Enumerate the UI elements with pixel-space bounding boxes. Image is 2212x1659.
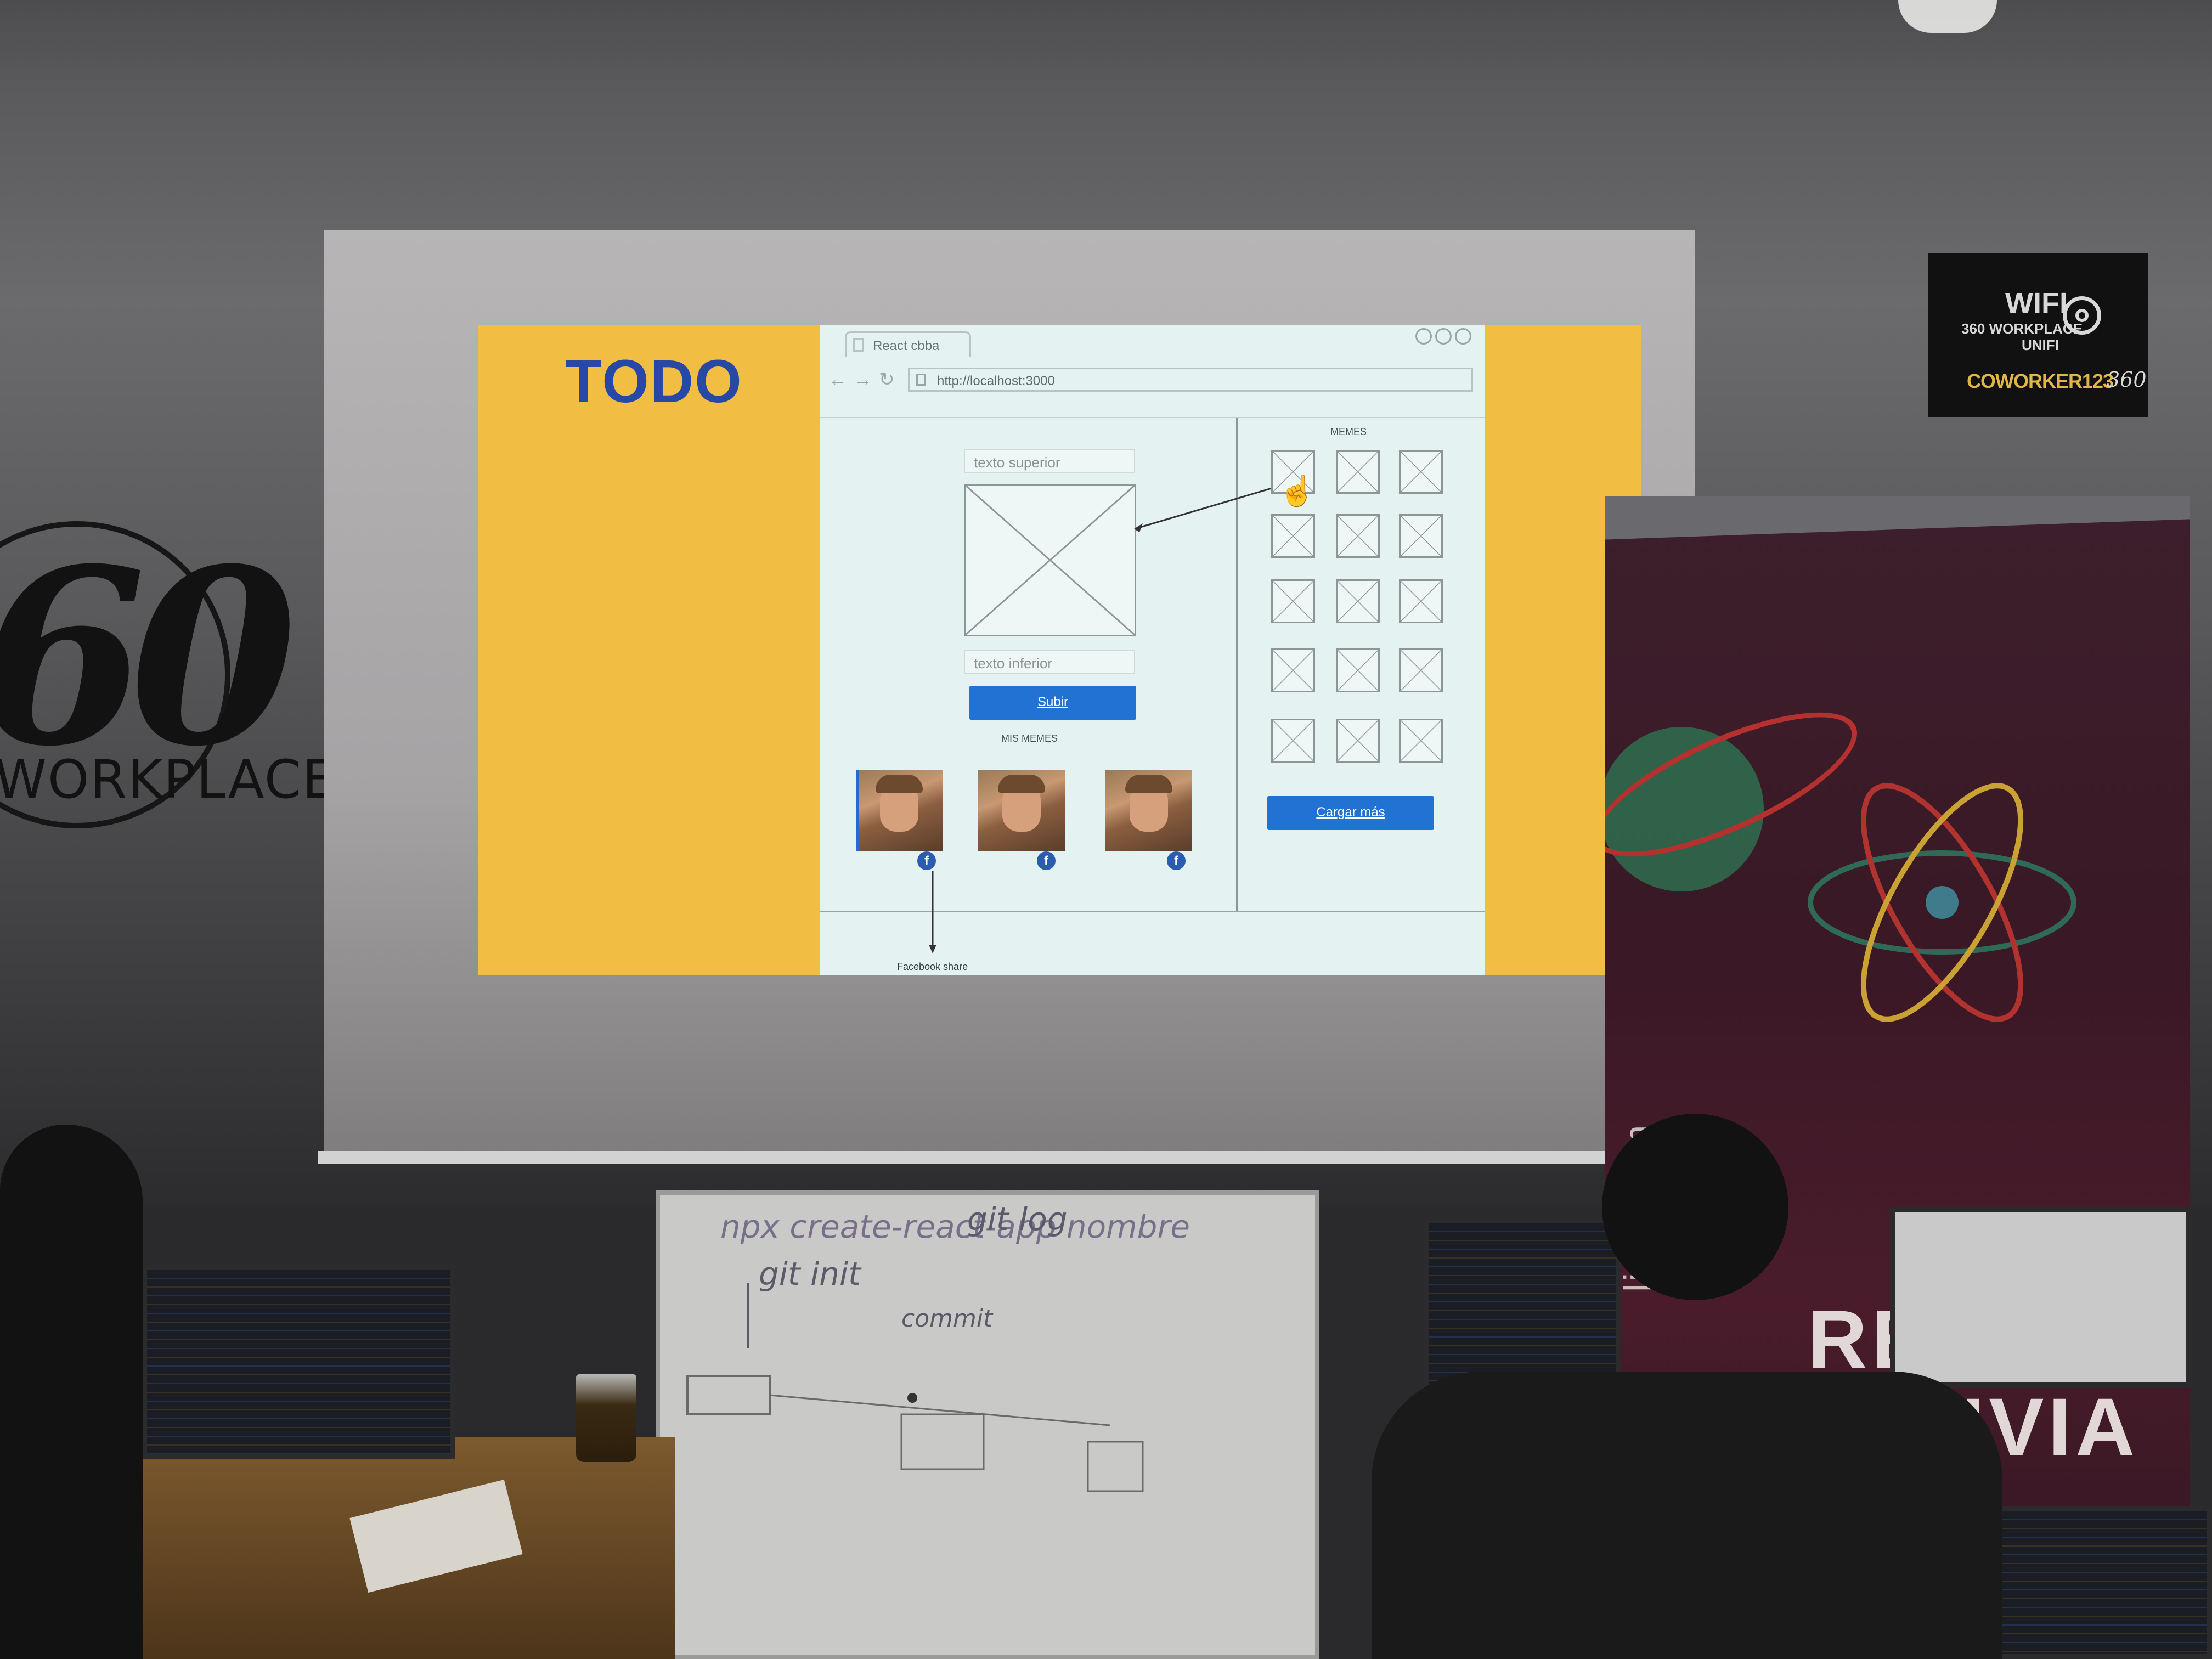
wall-logo-text: WORKPLACE xyxy=(0,749,337,810)
meme-placeholder[interactable] xyxy=(1399,648,1443,692)
url-text: http://localhost:3000 xyxy=(937,374,1055,388)
facebook-share-icon[interactable]: f xyxy=(1167,851,1186,870)
meme-placeholder[interactable] xyxy=(1336,579,1380,623)
share-note: Facebook share xyxy=(897,961,968,972)
reload-icon[interactable]: ↻ xyxy=(879,369,901,390)
cup xyxy=(576,1374,636,1462)
maximize-icon[interactable] xyxy=(1435,328,1452,345)
bottom-text-input[interactable]: texto inferior xyxy=(964,650,1135,674)
minimize-icon[interactable] xyxy=(1415,328,1432,345)
meme-canvas-placeholder xyxy=(964,484,1136,636)
facebook-share-icon[interactable]: f xyxy=(917,851,936,870)
react-atom-logo xyxy=(1808,783,2076,1022)
window-controls xyxy=(1415,328,1475,347)
upload-button-label: Subir xyxy=(1037,695,1069,709)
attendee-body xyxy=(1372,1372,2002,1659)
forward-arrow-icon[interactable]: → xyxy=(854,369,879,390)
wifi-brand: COWORKER123 xyxy=(1967,370,2114,392)
meme-placeholder[interactable] xyxy=(1336,719,1380,763)
meme-thumbnail[interactable] xyxy=(1105,770,1192,851)
meme-thumbnail[interactable] xyxy=(856,770,943,851)
meme-placeholder[interactable] xyxy=(1399,450,1443,494)
wifi-line2: UNIFI xyxy=(2022,337,2059,353)
facebook-share-icon[interactable]: f xyxy=(1037,851,1056,870)
meme-placeholder[interactable] xyxy=(1336,514,1380,558)
my-memes-heading: MIS MEMES xyxy=(1001,733,1058,744)
annotation-arrows xyxy=(929,483,1287,953)
wireframe-mockup: React cbba ←→↻ http://localhost:3000 tex… xyxy=(820,325,1485,975)
wifi-line1: 360 WORKPLACE xyxy=(1961,320,2083,337)
attendee-head xyxy=(1602,1114,1788,1300)
whiteboard: npx create-react-app nombre git log git … xyxy=(656,1190,1319,1659)
laptop-screen-left xyxy=(142,1265,455,1459)
meme-placeholder[interactable] xyxy=(1271,579,1315,623)
selection-strip xyxy=(856,770,859,851)
load-more-label: Cargar más xyxy=(1316,805,1385,820)
meme-placeholder[interactable] xyxy=(1271,514,1315,558)
upload-button[interactable]: Subir xyxy=(969,686,1136,720)
browser-tab-title: React cbba xyxy=(873,338,940,353)
code-editor-display xyxy=(147,1270,450,1454)
meme-placeholder[interactable] xyxy=(1336,450,1380,494)
meme-placeholder[interactable] xyxy=(1399,579,1443,623)
wifi-mark: 360 xyxy=(2107,368,2147,392)
back-arrow-icon[interactable]: ← xyxy=(828,369,854,390)
attendee-silhouette xyxy=(0,1125,143,1659)
meme-placeholder[interactable] xyxy=(1271,719,1315,763)
slide-title: TODO xyxy=(565,348,743,415)
divider xyxy=(820,911,1485,912)
page-icon xyxy=(916,374,926,386)
nav-buttons: ←→↻ xyxy=(828,369,901,391)
gallery-heading: MEMES xyxy=(1330,426,1367,437)
top-text-input[interactable]: texto superior xyxy=(964,449,1135,473)
hand-cursor-icon: ☝ xyxy=(1279,475,1316,507)
meme-placeholder[interactable] xyxy=(1399,719,1443,763)
meme-thumbnail[interactable] xyxy=(978,770,1065,851)
laptop-screen-right xyxy=(1890,1207,2192,1388)
address-bar[interactable]: http://localhost:3000 xyxy=(908,368,1473,392)
column-divider xyxy=(1236,418,1238,911)
banner-header-strip xyxy=(1605,496,2190,540)
close-icon[interactable] xyxy=(1455,328,1471,345)
projected-slide: TODO React cbba ←→↻ http://localhost:300… xyxy=(478,325,1641,975)
wifi-sign: WIFI 360 WORKPLACE UNIFI COWORKER123 360 xyxy=(1928,253,2148,417)
meme-placeholder[interactable] xyxy=(1271,648,1315,692)
divider xyxy=(820,417,1485,418)
meme-placeholder[interactable] xyxy=(1399,514,1443,558)
page-icon xyxy=(853,338,864,352)
meme-placeholder[interactable] xyxy=(1336,648,1380,692)
load-more-button[interactable]: Cargar más xyxy=(1267,796,1434,830)
browser-tab[interactable]: React cbba xyxy=(845,331,971,357)
whiteboard-drawing xyxy=(686,1283,1144,1492)
wifi-title: WIFI xyxy=(2005,287,2068,320)
